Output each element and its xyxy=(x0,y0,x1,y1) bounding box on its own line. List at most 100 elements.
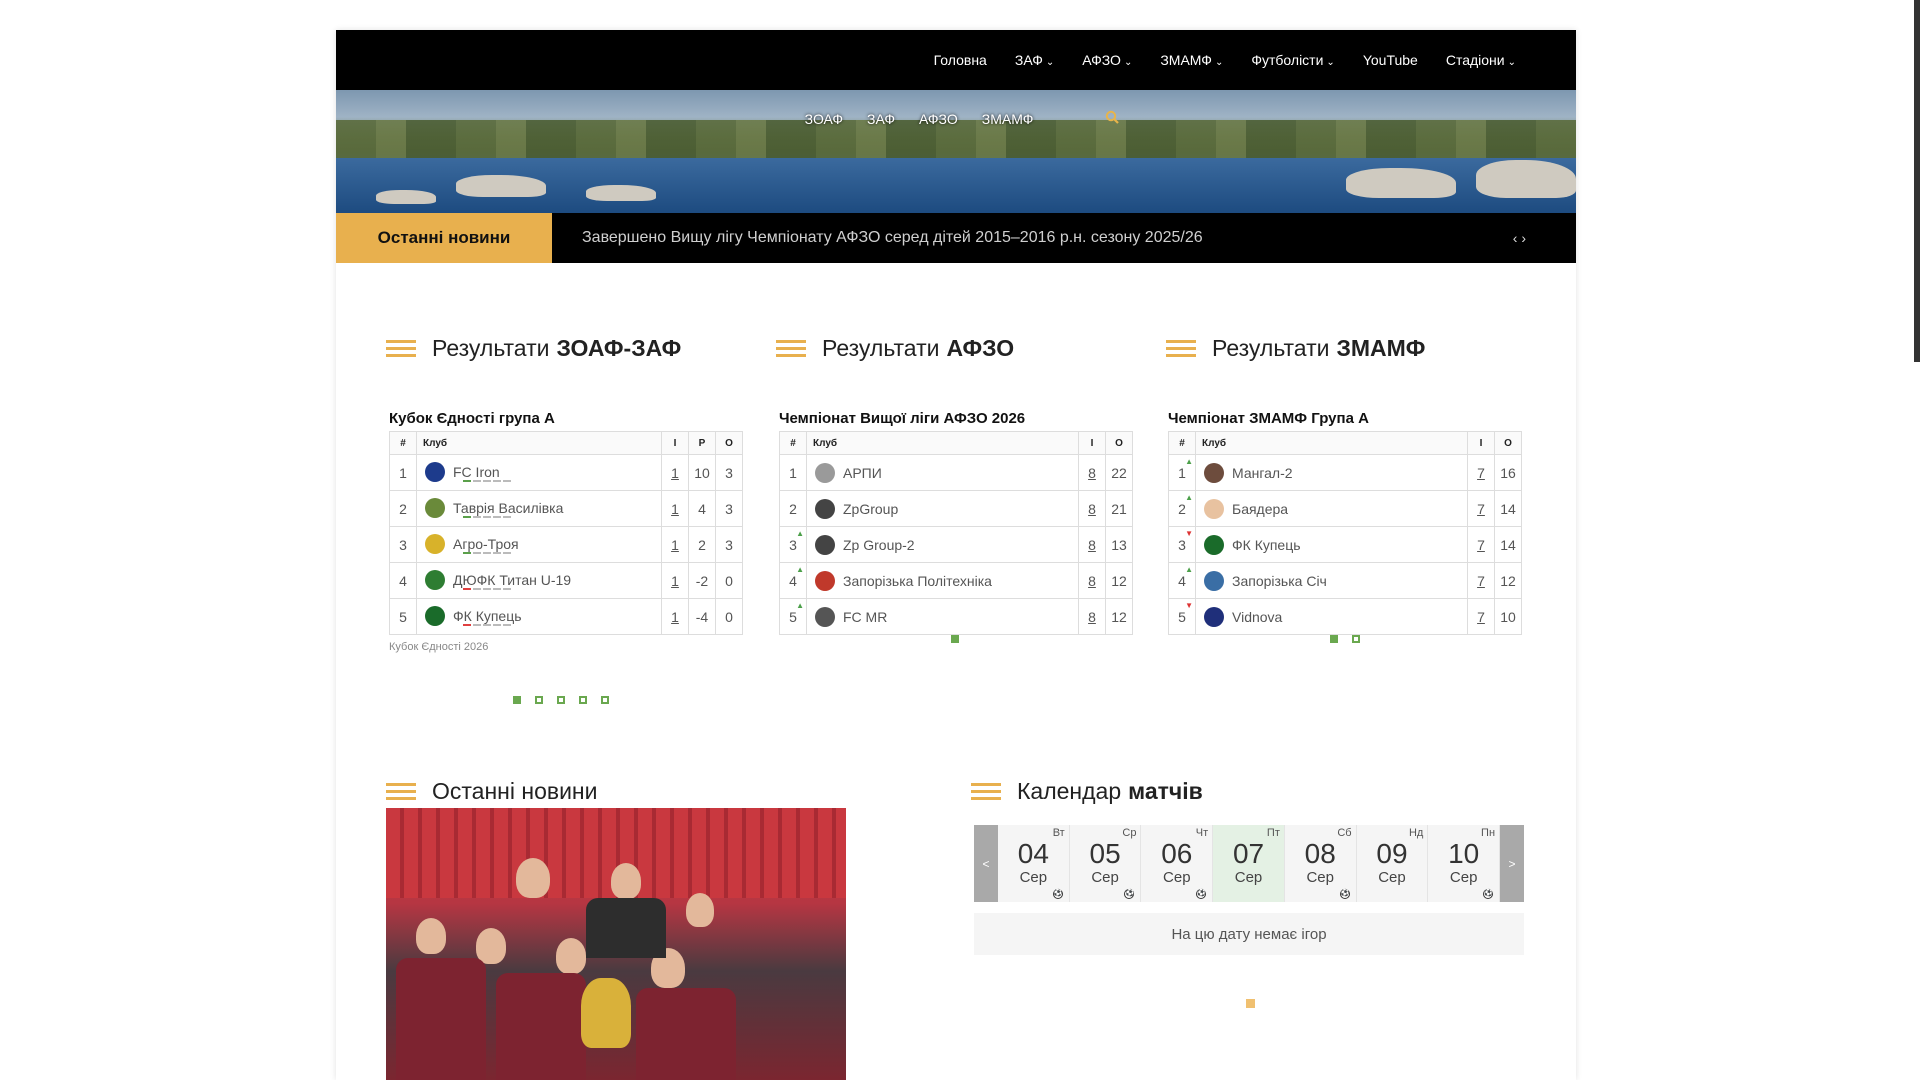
slider-dot[interactable] xyxy=(601,696,609,704)
played-cell[interactable]: 8 xyxy=(1078,562,1106,599)
points-cell: 14 xyxy=(1494,526,1522,563)
club-link[interactable]: FC MR xyxy=(843,609,887,625)
slider-dot[interactable] xyxy=(513,696,521,704)
search-icon[interactable] xyxy=(1105,110,1120,127)
played-cell[interactable]: 8 xyxy=(1078,598,1106,635)
played-cell[interactable]: 8 xyxy=(1078,526,1106,563)
ticker-headline[interactable]: Завершено Вищу лігу Чемпіонату АФЗО сере… xyxy=(552,213,1513,263)
section-title-calendar: Календар матчів xyxy=(971,778,1203,805)
club-cell[interactable]: ФК Купець xyxy=(1195,526,1468,563)
club-link[interactable]: Запорізька Січ xyxy=(1232,573,1327,589)
column-header: Клуб xyxy=(1195,431,1468,455)
played-cell[interactable]: 1 xyxy=(661,490,689,527)
calendar-day[interactable]: Пн 10 Сер ⚽ xyxy=(1428,825,1501,902)
club-link[interactable]: Zp Group-2 xyxy=(843,537,915,553)
club-cell[interactable]: Баядера xyxy=(1195,490,1468,527)
club-cell[interactable]: FC Iron xyxy=(416,454,662,491)
club-cell[interactable]: ZpGroup xyxy=(806,490,1079,527)
played-cell[interactable]: 1 xyxy=(661,526,689,563)
club-link[interactable]: Запорізька Політехніка xyxy=(843,573,992,589)
played-cell[interactable]: 7 xyxy=(1467,526,1495,563)
table-row: 4 ▲ Запорізька Січ 7 12 xyxy=(1168,562,1522,599)
calendar-next-button[interactable]: > xyxy=(1500,825,1525,902)
club-cell[interactable]: Запорізька Політехніка xyxy=(806,562,1079,599)
nav-item-home[interactable]: Головна xyxy=(934,52,987,68)
calendar-day-selected[interactable]: Пт 07 Сер xyxy=(1213,825,1285,902)
club-cell[interactable]: Запорізька Січ xyxy=(1195,562,1468,599)
nav-item-zaf[interactable]: ЗАФ ⌄ xyxy=(1015,52,1054,68)
club-cell[interactable]: Vidnova xyxy=(1195,598,1468,635)
played-cell[interactable]: 1 xyxy=(661,454,689,491)
position-cell: 2 ▲ xyxy=(1168,490,1196,527)
club-logo-icon xyxy=(1204,534,1224,555)
club-cell[interactable]: Zp Group-2 xyxy=(806,526,1079,563)
calendar-day[interactable]: Вт 04 Сер ⚽ xyxy=(998,825,1070,902)
calendar-day[interactable]: Нд 09 Сер xyxy=(1356,825,1429,902)
slider-dot[interactable] xyxy=(579,696,587,704)
slider-dot[interactable] xyxy=(535,696,543,704)
ticker-arrows[interactable]: ‹ › xyxy=(1513,213,1576,263)
club-link[interactable]: ФК Купець xyxy=(1232,537,1301,553)
column-header: І xyxy=(661,431,689,455)
subnav-item-zoaf[interactable]: ЗОАФ xyxy=(805,111,843,127)
club-link[interactable]: ДЮФК Титан U-19 xyxy=(453,572,571,588)
nav-item-zmamf[interactable]: ЗМАМФ ⌄ xyxy=(1160,52,1223,68)
played-cell[interactable]: 7 xyxy=(1467,490,1495,527)
photo-figure xyxy=(476,928,506,964)
scrollbar-thumb[interactable] xyxy=(1914,0,1920,362)
table-row: 3 ▲ Zp Group-2 8 13 xyxy=(779,526,1133,563)
club-cell[interactable]: АРПИ xyxy=(806,454,1079,491)
club-cell[interactable]: FC MR xyxy=(806,598,1079,635)
played-cell[interactable]: 8 xyxy=(1078,454,1106,491)
subnav-item-afzo[interactable]: АФЗО xyxy=(919,111,958,127)
slider-dot[interactable] xyxy=(1352,635,1360,643)
table-caption: Кубок Єдності група А xyxy=(389,410,555,427)
nav-item-afzo[interactable]: АФЗО ⌄ xyxy=(1082,52,1132,68)
calendar-empty-message: На цю дату немає ігор xyxy=(974,913,1524,955)
club-logo-icon xyxy=(425,570,445,590)
standings-zoaf: Кубок Єдності група А # Клуб І Р О 1 FC … xyxy=(389,410,743,653)
top-navigation: Головна ЗАФ ⌄ АФЗО ⌄ ЗМАМФ ⌄ Футболісти ⌄ Yo… xyxy=(336,30,1576,90)
club-cell[interactable]: ФК Купець xyxy=(416,598,662,635)
club-link[interactable]: ФК Купець xyxy=(453,608,522,624)
nav-item-stadiums[interactable]: Стадіони ⌄ xyxy=(1446,52,1516,68)
club-link[interactable]: Агро-Троя xyxy=(453,536,519,552)
subnav-item-zmamf[interactable]: ЗМАМФ xyxy=(982,111,1034,127)
section-title-afzo: Результати АФЗО xyxy=(776,335,1014,362)
club-link[interactable]: Мангал-2 xyxy=(1232,465,1293,481)
played-cell[interactable]: 8 xyxy=(1078,490,1106,527)
soccer-ball-icon: ⚽ xyxy=(1124,889,1135,899)
played-cell[interactable]: 1 xyxy=(661,598,689,635)
table-row: 3 ▼ ФК Купець 7 14 xyxy=(1168,526,1522,563)
calendar-day[interactable]: Чт 06 Сер ⚽ xyxy=(1141,825,1214,902)
position-cell: 5 xyxy=(389,598,417,635)
slider-dot[interactable] xyxy=(951,635,959,643)
club-link[interactable]: Таврія Василівка xyxy=(453,500,563,516)
news-photo[interactable] xyxy=(386,808,846,1080)
club-cell[interactable]: Таврія Василівка xyxy=(416,490,662,527)
club-link[interactable]: FC Iron xyxy=(453,464,500,480)
club-cell[interactable]: Агро-Троя xyxy=(416,526,662,563)
slider-dot[interactable] xyxy=(1330,635,1338,643)
played-cell[interactable]: 1 xyxy=(661,562,689,599)
nav-item-footballers[interactable]: Футболісти ⌄ xyxy=(1251,52,1334,68)
calendar-prev-button[interactable]: < xyxy=(974,825,998,902)
played-cell[interactable]: 7 xyxy=(1467,454,1495,491)
club-logo-icon xyxy=(1204,498,1224,519)
slider-dot[interactable] xyxy=(1246,999,1255,1008)
calendar-day[interactable]: Ср 05 Сер ⚽ xyxy=(1069,825,1142,902)
club-cell[interactable]: ДЮФК Титан U-19 xyxy=(416,562,662,599)
slider-dot[interactable] xyxy=(557,696,565,704)
subnav-item-zaf[interactable]: ЗАФ xyxy=(867,111,895,127)
table-row: 2 ZpGroup 8 21 xyxy=(779,490,1133,527)
club-link[interactable]: ZpGroup xyxy=(843,501,898,517)
nav-item-youtube[interactable]: YouTube xyxy=(1363,52,1418,68)
menu-lines-icon xyxy=(971,783,1001,800)
club-link[interactable]: АРПИ xyxy=(843,465,882,481)
club-cell[interactable]: Мангал-2 xyxy=(1195,454,1468,491)
played-cell[interactable]: 7 xyxy=(1467,562,1495,599)
club-link[interactable]: Баядера xyxy=(1232,501,1288,517)
calendar-day[interactable]: Сб 08 Сер ⚽ xyxy=(1284,825,1357,902)
club-link[interactable]: Vidnova xyxy=(1232,609,1282,625)
played-cell[interactable]: 7 xyxy=(1467,598,1495,635)
